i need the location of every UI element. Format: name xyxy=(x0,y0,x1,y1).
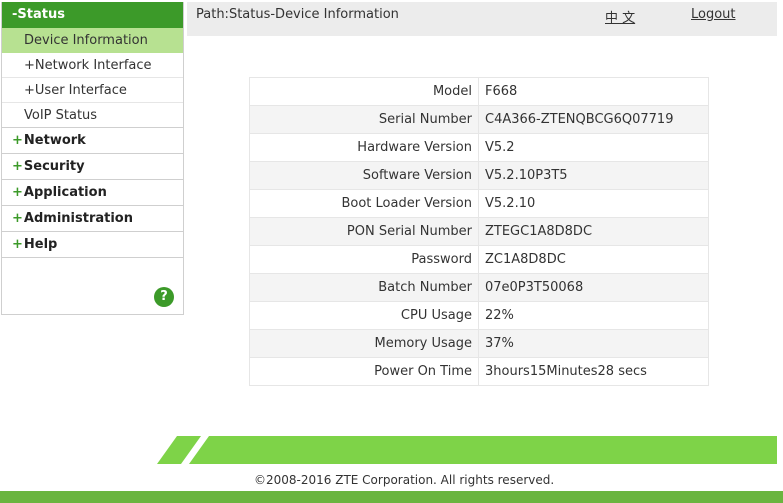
row-label: Power On Time xyxy=(249,357,479,386)
row-value: C4A366-ZTENQBCG6Q07719 xyxy=(478,105,709,134)
row-label: Boot Loader Version xyxy=(249,189,479,218)
table-row: Boot Loader Version V5.2.10 xyxy=(249,189,709,218)
row-label: PON Serial Number xyxy=(249,217,479,246)
menu-network-interface[interactable]: +Network Interface xyxy=(2,53,183,78)
menu-security[interactable]: +Security xyxy=(2,154,183,180)
table-row: Model F668 xyxy=(249,77,709,106)
menu-voip-status[interactable]: VoIP Status xyxy=(2,103,183,128)
table-row: Memory Usage 37% xyxy=(249,329,709,358)
copyright-text: ©2008-2016 ZTE Corporation. All rights r… xyxy=(254,473,555,487)
table-row: Serial Number C4A366-ZTENQBCG6Q07719 xyxy=(249,105,709,134)
menu-device-information[interactable]: Device Information xyxy=(2,28,183,53)
row-value: 3hours15Minutes28 secs xyxy=(478,357,709,386)
menu-help[interactable]: +Help xyxy=(2,232,183,258)
footer-band-main xyxy=(189,436,777,464)
plus-icon: + xyxy=(12,133,23,148)
row-value: V5.2 xyxy=(478,133,709,162)
menu-application[interactable]: +Application xyxy=(2,180,183,206)
menu-security-label: Security xyxy=(23,159,85,174)
footer-band xyxy=(157,436,777,464)
menu-voip-status-label: VoIP Status xyxy=(24,108,98,123)
breadcrumb: Path:Status-Device Information xyxy=(196,7,399,22)
row-value: 37% xyxy=(478,329,709,358)
row-label: Model xyxy=(249,77,479,106)
menu-user-interface-label: User Interface xyxy=(34,83,127,98)
row-label: Software Version xyxy=(249,161,479,190)
menu-user-interface[interactable]: +User Interface xyxy=(2,78,183,103)
header-bar: Path:Status-Device Information 中 文 Logou… xyxy=(187,2,777,36)
menu-status-header[interactable]: -Status xyxy=(2,2,183,28)
language-link[interactable]: 中 文 xyxy=(605,7,635,26)
row-label: Hardware Version xyxy=(249,133,479,162)
table-row: CPU Usage 22% xyxy=(249,301,709,330)
help-icon[interactable]: ? xyxy=(154,287,174,307)
plus-icon: + xyxy=(24,83,35,98)
row-value: ZC1A8D8DC xyxy=(478,245,709,274)
row-value: V5.2.10 xyxy=(478,189,709,218)
menu-network[interactable]: +Network xyxy=(2,128,183,154)
menu-administration[interactable]: +Administration xyxy=(2,206,183,232)
plus-icon: + xyxy=(24,58,35,73)
row-label: Batch Number xyxy=(249,273,479,302)
menu-network-interface-label: Network Interface xyxy=(34,58,152,73)
logout-link[interactable]: Logout xyxy=(691,7,736,22)
row-label: Memory Usage xyxy=(249,329,479,358)
plus-icon: + xyxy=(12,211,23,226)
menu-device-information-label: Device Information xyxy=(24,33,148,48)
plus-icon: + xyxy=(12,159,23,174)
table-row: Password ZC1A8D8DC xyxy=(249,245,709,274)
row-label: Serial Number xyxy=(249,105,479,134)
menu-application-label: Application xyxy=(23,185,107,200)
row-label: CPU Usage xyxy=(249,301,479,330)
table-row: Software Version V5.2.10P3T5 xyxy=(249,161,709,190)
table-row: Batch Number 07e0P3T50068 xyxy=(249,273,709,302)
bottom-bar xyxy=(0,491,783,503)
device-info-table: Model F668 Serial Number C4A366-ZTENQBCG6Q0… xyxy=(249,77,709,386)
row-value: 22% xyxy=(478,301,709,330)
sidebar-menu: -Status Device Information +Network Inte… xyxy=(1,2,184,315)
row-value: F668 xyxy=(478,77,709,106)
row-label: Password xyxy=(249,245,479,274)
row-value: V5.2.10P3T5 xyxy=(478,161,709,190)
row-value: ZTEGC1A8D8DC xyxy=(478,217,709,246)
row-value: 07e0P3T50068 xyxy=(478,273,709,302)
table-row: PON Serial Number ZTEGC1A8D8DC xyxy=(249,217,709,246)
menu-help-label: Help xyxy=(23,237,58,252)
table-row: Hardware Version V5.2 xyxy=(249,133,709,162)
table-row: Power On Time 3hours15Minutes28 secs xyxy=(249,357,709,386)
menu-network-label: Network xyxy=(23,133,86,148)
menu-administration-label: Administration xyxy=(23,211,133,226)
plus-icon: + xyxy=(12,185,23,200)
plus-icon: + xyxy=(12,237,23,252)
